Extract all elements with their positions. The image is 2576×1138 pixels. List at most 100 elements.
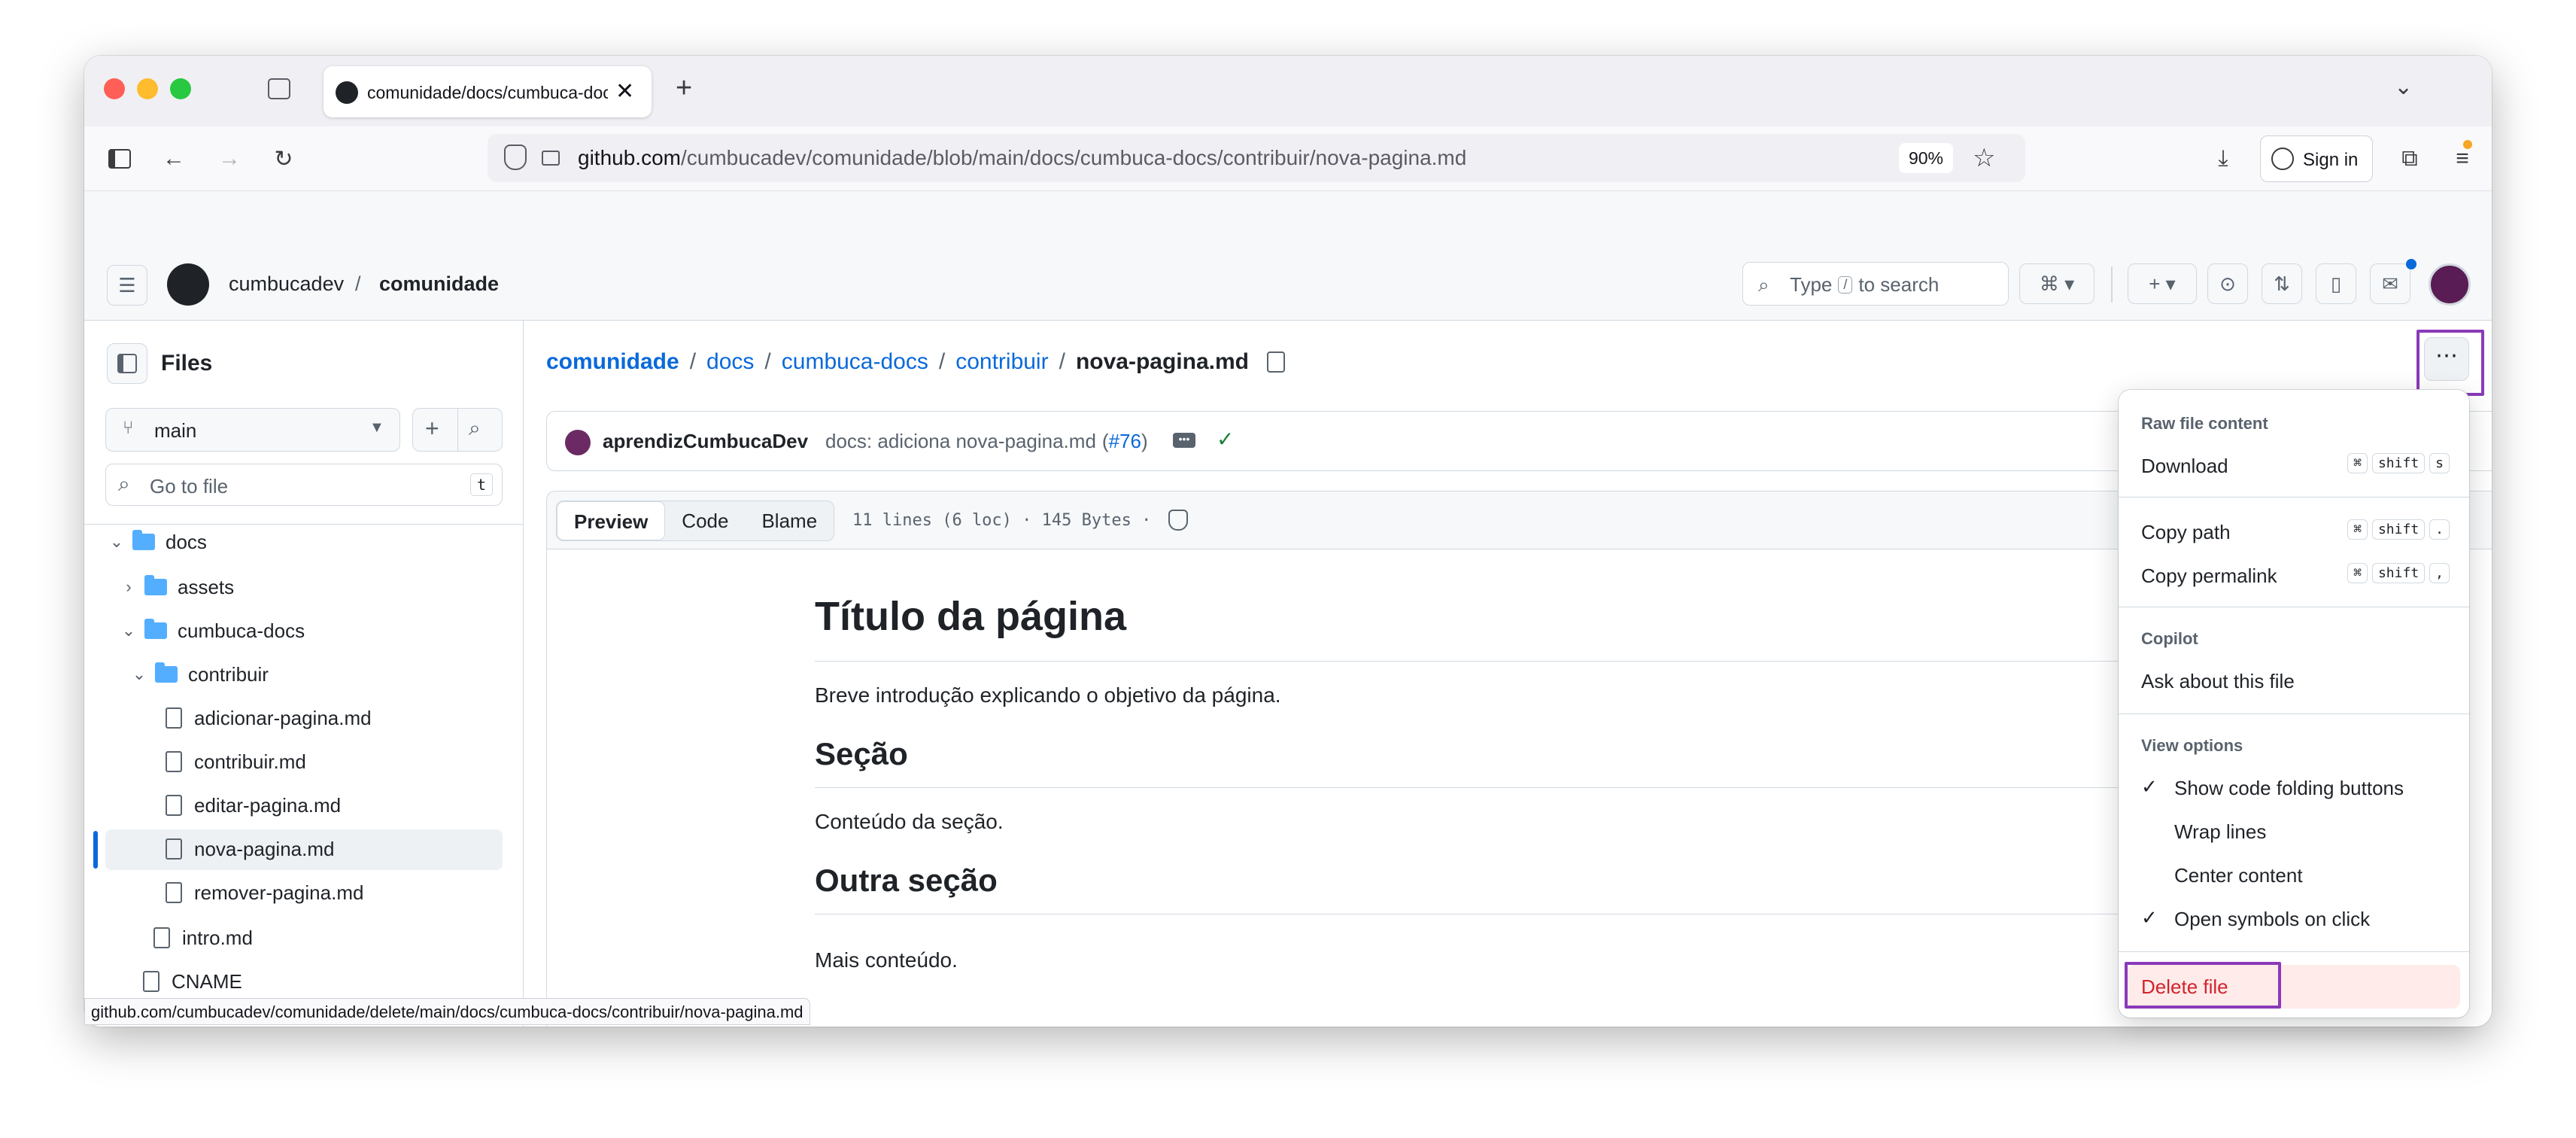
folder-item[interactable]: ⌄ contribuir xyxy=(129,655,269,694)
copilot-button[interactable]: ⌘ ▾ xyxy=(2019,263,2095,304)
chevron-down-icon[interactable]: ⌄ xyxy=(119,621,138,641)
file-item[interactable]: CNAME xyxy=(143,962,242,1001)
new-tab-button[interactable]: + xyxy=(676,72,692,105)
pr-paren-open: ( xyxy=(1101,430,1109,452)
github-logo-icon[interactable] xyxy=(167,263,209,306)
repo-name-link[interactable]: comunidade xyxy=(379,272,499,296)
go-to-file-placeholder: Go to file xyxy=(150,475,229,497)
chevron-down-icon[interactable]: ⌄ xyxy=(107,532,126,552)
folder-item[interactable]: ⌄ cumbuca-docs xyxy=(119,611,305,650)
breadcrumb-contribuir[interactable]: contribuir xyxy=(955,349,1048,375)
address-bar[interactable]: github.com/cumbucadev/comunidade/blob/ma… xyxy=(488,134,2025,182)
chevron-down-icon[interactable]: ⌄ xyxy=(129,665,149,684)
open-symbols-item[interactable]: Open symbols on click xyxy=(2174,908,2370,931)
zoom-level[interactable]: 90% xyxy=(1899,143,1953,173)
lock-icon[interactable] xyxy=(542,151,560,166)
repo-owner-link[interactable]: cumbucadev xyxy=(229,272,344,296)
commit-author[interactable]: aprendizCumbucaDev xyxy=(603,430,808,453)
file-item[interactable]: nova-pagina.md xyxy=(166,829,334,869)
back-button[interactable]: ← xyxy=(158,143,190,175)
file-item[interactable]: contribuir.md xyxy=(166,742,306,781)
reload-button[interactable]: ↻ xyxy=(268,143,299,175)
tab-title: comunidade/docs/cumbuca-doc xyxy=(367,83,608,102)
check-icon: ✓ xyxy=(2141,906,2158,929)
sign-in-button[interactable]: Sign in xyxy=(2260,135,2373,182)
file-icon xyxy=(166,882,182,903)
file-item[interactable]: adicionar-pagina.md xyxy=(166,698,372,738)
tracking-protection-icon[interactable] xyxy=(504,145,527,170)
notification-dot xyxy=(2406,259,2417,269)
file-item[interactable]: remover-pagina.md xyxy=(166,873,363,912)
app-menu-icon[interactable]: ≡ xyxy=(2447,143,2478,175)
bookmark-star-icon[interactable]: ☆ xyxy=(1973,143,1995,173)
github-favicon-icon xyxy=(336,81,358,104)
file-item[interactable]: intro.md xyxy=(153,918,253,957)
tree-item-label: cumbuca-docs xyxy=(178,619,305,642)
ask-copilot-item[interactable]: Ask about this file xyxy=(2141,670,2295,693)
tree-item-label: intro.md xyxy=(182,926,253,949)
blame-tab[interactable]: Blame xyxy=(745,501,834,540)
repositories-icon[interactable]: ▯ xyxy=(2316,263,2356,304)
url-text[interactable]: github.com/cumbucadev/comunidade/blob/ma… xyxy=(578,146,1466,170)
close-window-button[interactable] xyxy=(104,78,125,99)
search-placeholder: Type / to search xyxy=(1790,273,1940,296)
tab-close-icon[interactable]: ✕ xyxy=(615,78,634,105)
folder-icon xyxy=(144,619,167,639)
sidebar-toggle-icon[interactable] xyxy=(104,143,135,175)
folder-item[interactable]: › assets xyxy=(119,567,234,607)
markdown-paragraph: Breve introdução explicando o objetivo d… xyxy=(815,683,1281,707)
link-status-bar: github.com/cumbucadev/comunidade/delete/… xyxy=(84,998,810,1025)
view-options-header: View options xyxy=(2141,736,2243,755)
copy-path-item[interactable]: Copy path xyxy=(2141,521,2231,544)
file-item[interactable]: editar-pagina.md xyxy=(166,786,341,825)
inbox-icon[interactable]: ✉ xyxy=(2370,263,2410,304)
active-tab[interactable]: comunidade/docs/cumbuca-doc ✕ xyxy=(324,66,652,117)
wrap-lines-item[interactable]: Wrap lines xyxy=(2174,820,2266,844)
markdown-h1: Título da página xyxy=(815,594,1126,639)
expand-commit-icon[interactable]: ••• xyxy=(1173,433,1195,448)
go-to-file-input[interactable]: ⌕ Go to file t xyxy=(105,464,503,506)
tab-overview-icon[interactable] xyxy=(268,78,290,99)
branch-selector[interactable]: ⑂ main ▼ xyxy=(105,408,400,452)
pull-requests-icon[interactable]: ⇅ xyxy=(2262,263,2302,304)
code-owners-shield-icon[interactable] xyxy=(1168,510,1188,531)
breadcrumb-cumbuca-docs[interactable]: cumbuca-docs xyxy=(782,349,928,375)
issues-icon[interactable]: ⊙ xyxy=(2207,263,2248,304)
show-folding-item[interactable]: Show code folding buttons xyxy=(2174,777,2404,800)
markdown-h2: Outra seção xyxy=(815,863,998,898)
check-icon[interactable]: ✓ xyxy=(1217,427,1234,452)
download-item[interactable]: Download xyxy=(2141,455,2228,478)
author-avatar[interactable] xyxy=(565,430,591,455)
file-info: 11 lines (6 loc) · 145 Bytes · xyxy=(852,511,1152,530)
chevron-right-icon[interactable]: › xyxy=(119,577,138,597)
file-icon xyxy=(166,795,182,816)
breadcrumb-repo[interactable]: comunidade xyxy=(546,349,679,375)
minimize-window-button[interactable] xyxy=(137,78,158,99)
code-tab[interactable]: Code xyxy=(665,501,745,540)
copy-permalink-item[interactable]: Copy permalink xyxy=(2141,564,2277,588)
copy-path-shortcut: ⌘ shift. xyxy=(2343,519,2450,540)
tab-list-chevron-icon[interactable]: ⌄ xyxy=(2394,74,2413,100)
breadcrumb: comunidade / docs / cumbuca-docs / contr… xyxy=(546,349,1285,375)
search-files-icon[interactable]: ⌕ xyxy=(469,416,481,441)
avatar[interactable] xyxy=(2429,263,2471,306)
extensions-icon[interactable]: ⧉ xyxy=(2394,143,2426,175)
copy-path-icon[interactable] xyxy=(1266,351,1285,373)
add-file-icon[interactable]: + xyxy=(425,415,439,443)
collapse-sidebar-button[interactable] xyxy=(107,343,147,384)
commit-message-text[interactable]: docs: adiciona nova-pagina.md xyxy=(825,430,1096,453)
hamburger-menu-icon[interactable]: ☰ xyxy=(107,265,147,306)
search-input[interactable]: ⌕ Type / to search xyxy=(1742,262,2009,306)
commit-pr-link[interactable]: #76 xyxy=(1109,430,1141,453)
forward-button[interactable]: → xyxy=(214,143,245,175)
create-new-button[interactable]: + ▾ xyxy=(2128,263,2197,304)
breadcrumb-docs[interactable]: docs xyxy=(706,349,754,375)
file-icon xyxy=(143,971,159,992)
folder-item[interactable]: ⌄ docs xyxy=(107,522,207,561)
center-content-item[interactable]: Center content xyxy=(2174,864,2303,887)
tab-strip: comunidade/docs/cumbuca-doc ✕ + ⌄ xyxy=(84,56,2492,126)
downloads-icon[interactable]: ⤓ xyxy=(2207,143,2239,175)
preview-tab[interactable]: Preview xyxy=(557,501,666,540)
copy-permalink-shortcut: ⌘ shift, xyxy=(2343,563,2450,583)
zoom-window-button[interactable] xyxy=(170,78,191,99)
